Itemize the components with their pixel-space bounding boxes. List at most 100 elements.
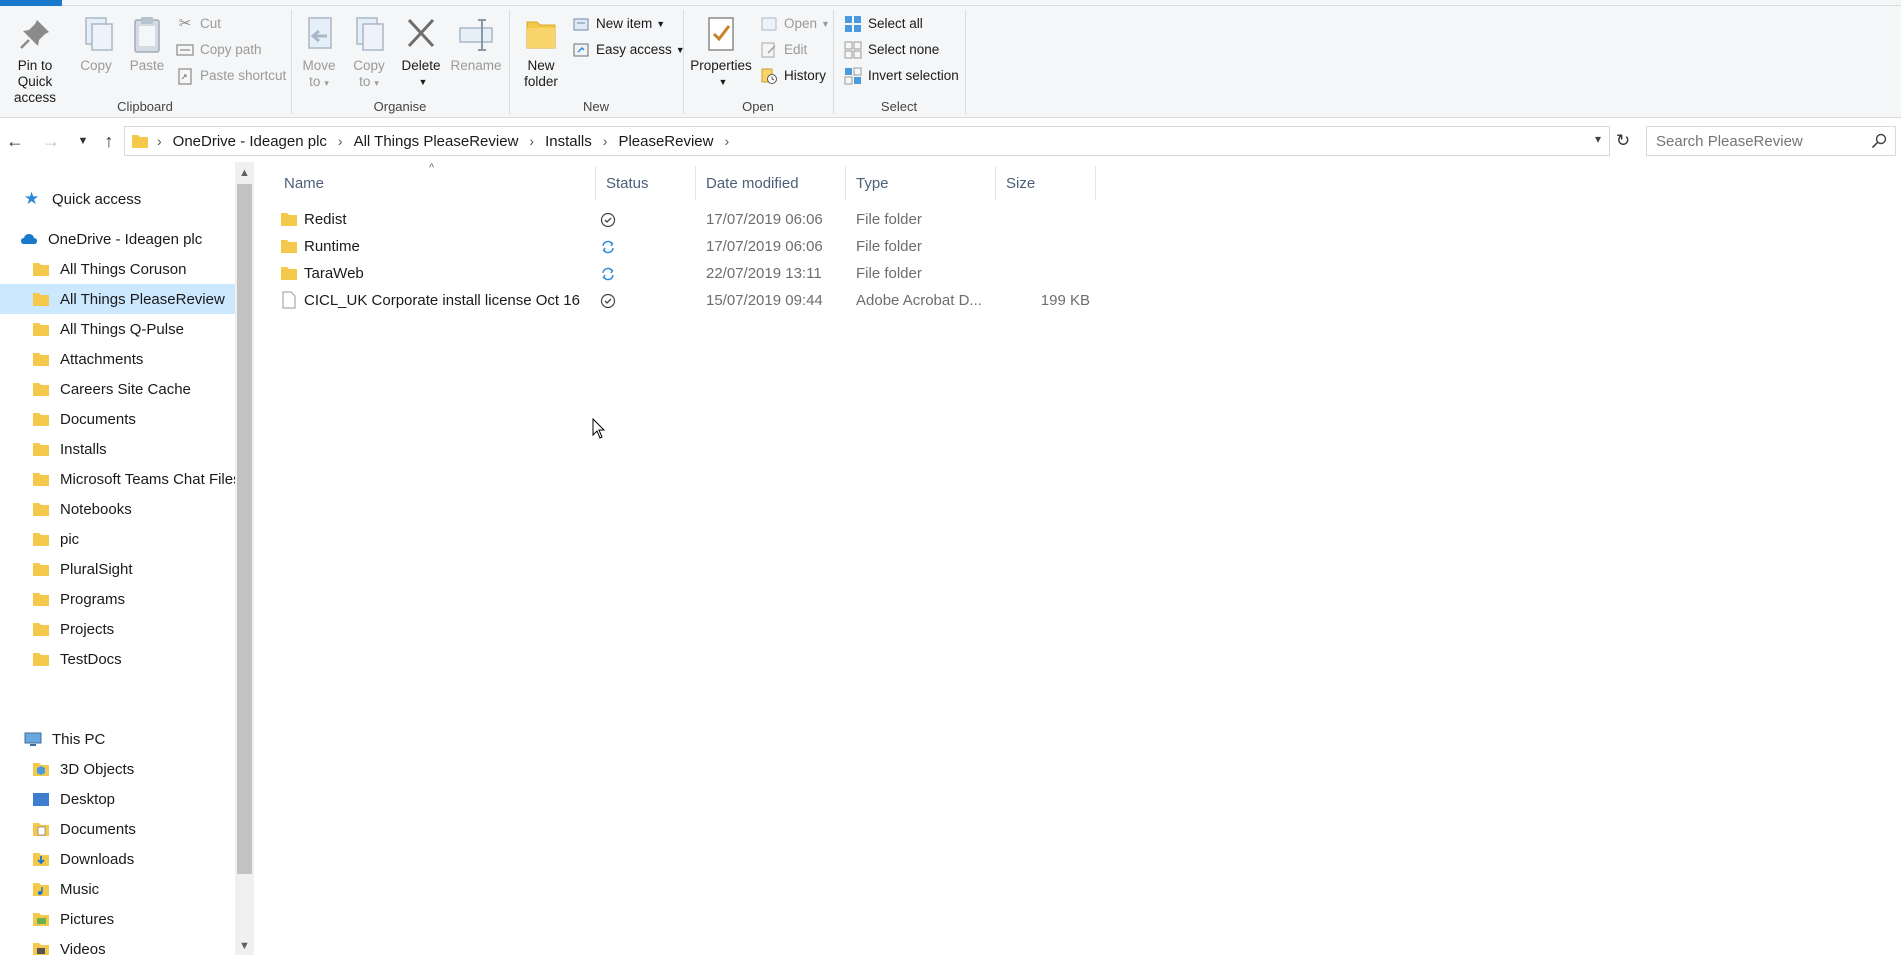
folder-icon	[33, 593, 49, 606]
scroll-up-arrow[interactable]: ▲	[235, 164, 254, 182]
breadcrumb-pleasereview[interactable]: PleaseReview	[618, 133, 713, 150]
sidebar-item-pictures[interactable]: Pictures	[0, 904, 235, 934]
move-to-icon	[308, 17, 332, 49]
edit-button[interactable]: Edit	[760, 38, 807, 62]
sidebar-item-all-things-q-pulse[interactable]: All Things Q-Pulse	[0, 314, 235, 344]
sidebar-item-microsoft-teams-chat-files[interactable]: Microsoft Teams Chat Files	[0, 464, 241, 494]
folder-icon	[281, 240, 297, 253]
sidebar-item-3d-objects[interactable]: 3D Objects	[0, 754, 235, 784]
navigation-pane-scrollbar[interactable]: ▲ ▼	[235, 162, 254, 955]
search-input[interactable]	[1647, 127, 1857, 155]
chevron-right-icon[interactable]: ›	[603, 133, 608, 149]
sidebar-item-desktop[interactable]: Desktop	[0, 784, 235, 814]
file-name: CICL_UK Corporate install license Oct 16…	[304, 292, 580, 309]
sidebar-item-all-things-coruson[interactable]: All Things Coruson	[0, 254, 235, 284]
sidebar-item-projects[interactable]: Projects	[0, 614, 235, 644]
copy-button[interactable]: Copy	[72, 14, 120, 74]
history-button[interactable]: History	[760, 64, 826, 88]
open-group: Properties ▼ Open ▼ Edit History Open	[684, 8, 832, 118]
select-all-icon	[845, 16, 861, 32]
sidebar-item-testdocs[interactable]: TestDocs	[0, 644, 235, 674]
sidebar-item-label: Documents	[60, 820, 136, 838]
copy-path-button[interactable]: Copy path	[176, 38, 262, 62]
sidebar-item-label: PluralSight	[60, 560, 133, 578]
paste-shortcut-button[interactable]: Paste shortcut	[176, 64, 286, 88]
organise-group: Move to ▾ Copy to ▾ Delete ▼ Rename Orga…	[292, 8, 508, 118]
sidebar-item-videos[interactable]: Videos	[0, 934, 235, 955]
address-bar[interactable]: › OneDrive - Ideagen plc › All Things Pl…	[124, 126, 1610, 156]
sidebar-item-installs[interactable]: Installs	[0, 434, 235, 464]
select-all-button[interactable]: Select all	[844, 12, 923, 36]
select-none-button[interactable]: Select none	[844, 38, 939, 62]
file-size	[1006, 233, 1090, 260]
chevron-right-icon: ›	[157, 133, 162, 149]
sidebar-item-quick-access[interactable]: ★ Quick access	[0, 184, 235, 214]
clipboard-icon	[134, 17, 160, 53]
delete-button[interactable]: Delete ▼	[398, 14, 444, 90]
column-header-size[interactable]: Size	[996, 166, 1096, 200]
new-item-button[interactable]: New item ▼	[572, 12, 665, 36]
file-row[interactable]: Redist 17/07/2019 06:06 File folder	[280, 206, 1360, 233]
properties-button[interactable]: Properties ▼	[688, 14, 754, 90]
paste-button[interactable]: Paste	[122, 14, 172, 74]
file-date: 22/07/2019 13:11	[706, 265, 822, 282]
sidebar-item-label: TestDocs	[60, 650, 122, 668]
folder-icon	[33, 323, 49, 336]
column-header-type[interactable]: Type	[846, 166, 996, 200]
open-button[interactable]: Open ▼	[760, 12, 830, 36]
file-type: File folder	[856, 265, 922, 282]
sidebar-item-documents[interactable]: Documents	[0, 404, 235, 434]
sidebar-item-label: Installs	[60, 440, 107, 458]
new-folder-button[interactable]: New folder	[518, 14, 564, 90]
chevron-right-icon[interactable]: ›	[724, 133, 729, 149]
sidebar-item-documents[interactable]: Documents	[0, 814, 235, 844]
forward-button[interactable]: →	[38, 128, 64, 154]
cut-button[interactable]: ✂ Cut	[176, 12, 221, 36]
sidebar-item-attachments[interactable]: Attachments	[0, 344, 235, 374]
copy-to-button[interactable]: Copy to ▾	[346, 14, 392, 91]
recent-locations-button[interactable]: ▼	[70, 128, 96, 154]
sidebar-item-onedrive[interactable]: OneDrive - Ideagen plc	[0, 224, 235, 254]
file-row[interactable]: CICL_UK Corporate install license Oct 16…	[280, 287, 1360, 314]
arrow-right-icon: →	[42, 130, 60, 151]
sidebar-item-downloads[interactable]: Downloads	[0, 844, 235, 874]
music-icon	[33, 883, 49, 896]
sync-status	[600, 206, 640, 233]
column-header-status[interactable]: Status	[596, 166, 696, 200]
sidebar-item-music[interactable]: Music	[0, 874, 235, 904]
breadcrumb-onedrive[interactable]: OneDrive - Ideagen plc	[173, 133, 327, 150]
folder-icon	[281, 267, 297, 280]
breadcrumb-installs[interactable]: Installs	[545, 133, 592, 150]
address-history-dropdown[interactable]: ▾	[1595, 132, 1601, 146]
column-header-name[interactable]: ^ Name	[274, 162, 596, 200]
column-header-date-modified[interactable]: Date modified	[696, 166, 846, 200]
sidebar-item-pic[interactable]: pic	[0, 524, 235, 554]
scroll-thumb[interactable]	[237, 184, 252, 874]
invert-selection-button[interactable]: Invert selection	[844, 64, 959, 88]
move-to-button[interactable]: Move to ▾	[296, 14, 342, 91]
chevron-right-icon[interactable]: ›	[529, 133, 534, 149]
refresh-button[interactable]: ↻	[1612, 130, 1634, 152]
file-size	[1006, 206, 1090, 233]
sidebar-item-all-things-pleasereview[interactable]: All Things PleaseReview	[0, 284, 235, 314]
rename-button[interactable]: Rename	[448, 14, 504, 74]
up-button[interactable]: ↑	[96, 128, 122, 154]
file-size	[1006, 260, 1090, 287]
sidebar-item-pluralsight[interactable]: PluralSight	[0, 554, 235, 584]
file-row[interactable]: TaraWeb 22/07/2019 13:11 File folder	[280, 260, 1360, 287]
pin-to-quick-access-button[interactable]: Pin to Quick access	[0, 14, 70, 106]
sidebar-item-notebooks[interactable]: Notebooks	[0, 494, 235, 524]
file-type: File folder	[856, 211, 922, 228]
back-button[interactable]: ←	[2, 128, 28, 154]
file-row[interactable]: Runtime 17/07/2019 06:06 File folder	[280, 233, 1360, 260]
sidebar-item-careers-site-cache[interactable]: Careers Site Cache	[0, 374, 235, 404]
scroll-down-arrow[interactable]: ▼	[235, 937, 254, 955]
search-box[interactable]	[1646, 126, 1896, 156]
chevron-right-icon[interactable]: ›	[338, 133, 343, 149]
sidebar-item-label: Microsoft Teams Chat Files	[60, 470, 241, 488]
easy-access-button[interactable]: Easy access ▼	[572, 38, 685, 62]
sidebar-item-programs[interactable]: Programs	[0, 584, 235, 614]
breadcrumb-all-things-pleasereview[interactable]: All Things PleaseReview	[354, 133, 519, 150]
folder-icon	[132, 135, 148, 148]
sidebar-item-this-pc[interactable]: This PC	[0, 724, 235, 754]
